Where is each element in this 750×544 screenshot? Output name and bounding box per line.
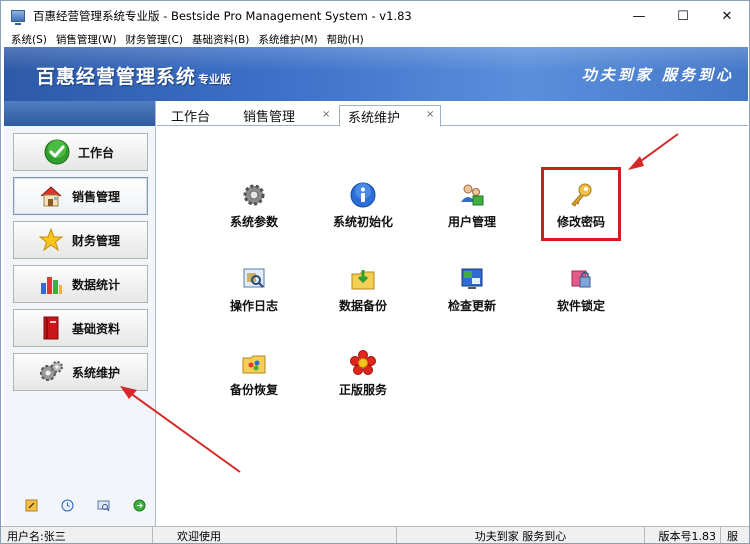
tab-sales[interactable]: 销售管理 bbox=[243, 105, 295, 126]
menu-sales[interactable]: 销售管理(W) bbox=[56, 32, 117, 47]
item-backup-restore[interactable]: 备份恢复 bbox=[214, 349, 294, 409]
flower-icon bbox=[349, 349, 377, 377]
main-panel: 系统参数 系统初始化 用户管理 修改密码 操作日志 数据备份 检查更新 软件锁定… bbox=[157, 127, 748, 526]
item-label: 检查更新 bbox=[447, 299, 496, 313]
log-icon bbox=[240, 265, 268, 293]
sidebar-item-maintenance[interactable]: 系统维护 bbox=[13, 353, 148, 391]
maximize-button[interactable]: ☐ bbox=[661, 1, 705, 31]
item-check-update[interactable]: 检查更新 bbox=[432, 265, 512, 325]
app-banner: 百惠经营管理系统 专业版 功夫到家 服务到心 bbox=[4, 47, 748, 101]
banner-slogan: 功夫到家 服务到心 bbox=[581, 66, 734, 84]
tab-sales-close-icon[interactable]: × bbox=[322, 109, 330, 120]
sidebar-item-label: 数据统计 bbox=[72, 277, 121, 292]
close-button[interactable]: ✕ bbox=[705, 1, 749, 31]
item-operation-log[interactable]: 操作日志 bbox=[214, 265, 294, 325]
item-software-lock[interactable]: 软件锁定 bbox=[541, 265, 621, 325]
search-icon[interactable] bbox=[96, 498, 110, 512]
banner-title-suffix: 专业版 bbox=[198, 73, 232, 86]
item-system-init[interactable]: 系统初始化 bbox=[323, 181, 403, 241]
update-icon bbox=[458, 265, 486, 293]
sidebar-item-label: 销售管理 bbox=[72, 189, 121, 204]
sidebar-item-workbench[interactable]: 工作台 bbox=[13, 133, 148, 171]
sidebar-item-finance[interactable]: 财务管理 bbox=[13, 221, 148, 259]
exit-icon[interactable] bbox=[132, 498, 146, 512]
status-bar: 用户名:张三 欢迎使用 功夫到家 服务到心 版本号1.83 服 bbox=[1, 526, 749, 543]
item-data-backup[interactable]: 数据备份 bbox=[323, 265, 403, 325]
status-slogan: 功夫到家 服务到心 bbox=[397, 527, 645, 543]
tab-bar: 工作台 销售管理 × 系统维护 × bbox=[157, 101, 748, 127]
tab-workbench[interactable]: 工作台 bbox=[171, 105, 210, 126]
sidebar: 工作台 销售管理 财务管理 数据统计 基础资料 系统维护 bbox=[4, 101, 156, 526]
menu-maintenance[interactable]: 系统维护(M) bbox=[258, 32, 317, 47]
status-version: 版本号1.83 bbox=[645, 527, 721, 543]
app-window: 百惠经营管理系统专业版 - Bestside Pro Management Sy… bbox=[0, 0, 750, 544]
menu-basic-data[interactable]: 基础资料(B) bbox=[192, 32, 249, 47]
sidebar-item-sales[interactable]: 销售管理 bbox=[13, 177, 148, 215]
sidebar-item-label: 系统维护 bbox=[72, 365, 121, 380]
bar-chart-icon bbox=[38, 271, 64, 297]
status-welcome: 欢迎使用 bbox=[153, 527, 397, 543]
status-extra: 服 bbox=[727, 529, 738, 543]
item-label: 软件锁定 bbox=[556, 299, 605, 313]
menu-bar: 系统(S) 销售管理(W) 财务管理(C) 基础资料(B) 系统维护(M) 帮助… bbox=[1, 31, 749, 47]
house-icon bbox=[38, 183, 64, 209]
book-icon bbox=[38, 315, 64, 341]
tab-maintenance-close-icon[interactable]: × bbox=[426, 109, 434, 120]
banner-title: 百惠经营管理系统 专业版 bbox=[36, 62, 231, 89]
sidebar-item-label: 工作台 bbox=[78, 145, 115, 160]
sidebar-item-basic-data[interactable]: 基础资料 bbox=[13, 309, 148, 347]
window-title: 百惠经营管理系统专业版 - Bestside Pro Management Sy… bbox=[33, 9, 412, 23]
info-icon bbox=[349, 181, 377, 209]
item-label: 系统参数 bbox=[229, 215, 278, 229]
clock-icon[interactable] bbox=[60, 498, 74, 512]
window-controls: — ☐ ✕ bbox=[617, 1, 749, 31]
lock-icon bbox=[567, 265, 595, 293]
gear-icon bbox=[240, 181, 268, 209]
menu-system[interactable]: 系统(S) bbox=[11, 32, 47, 47]
minimize-button[interactable]: — bbox=[617, 1, 661, 31]
edit-icon[interactable] bbox=[24, 498, 38, 512]
tab-maintenance[interactable]: 系统维护 × bbox=[339, 105, 441, 127]
restore-icon bbox=[240, 349, 268, 377]
menu-help[interactable]: 帮助(H) bbox=[327, 32, 364, 47]
status-user: 用户名:张三 bbox=[1, 527, 153, 543]
sidebar-item-statistics[interactable]: 数据统计 bbox=[13, 265, 148, 303]
item-user-management[interactable]: 用户管理 bbox=[432, 181, 512, 241]
item-label: 系统初始化 bbox=[332, 215, 393, 229]
sidebar-item-label: 基础资料 bbox=[72, 321, 121, 336]
backup-folder-icon bbox=[349, 265, 377, 293]
gears-icon bbox=[38, 359, 64, 385]
sidebar-header bbox=[4, 101, 155, 126]
sidebar-toolbar bbox=[4, 498, 156, 514]
item-genuine-service[interactable]: 正版服务 bbox=[323, 349, 403, 409]
item-system-params[interactable]: 系统参数 bbox=[214, 181, 294, 241]
item-label: 正版服务 bbox=[338, 383, 387, 397]
check-icon bbox=[44, 139, 70, 165]
star-icon bbox=[38, 227, 64, 253]
banner-title-text: 百惠经营管理系统 bbox=[36, 66, 197, 88]
menu-finance[interactable]: 财务管理(C) bbox=[125, 32, 183, 47]
item-label: 操作日志 bbox=[229, 299, 278, 313]
highlight-box bbox=[541, 167, 621, 241]
item-label: 用户管理 bbox=[447, 215, 496, 229]
item-label: 数据备份 bbox=[338, 299, 387, 313]
sidebar-item-label: 财务管理 bbox=[72, 233, 121, 248]
tab-maintenance-label: 系统维护 bbox=[348, 110, 401, 126]
users-icon bbox=[458, 181, 486, 209]
item-label: 备份恢复 bbox=[229, 383, 278, 397]
app-monitor-icon bbox=[11, 10, 25, 25]
title-bar: 百惠经营管理系统专业版 - Bestside Pro Management Sy… bbox=[1, 1, 749, 31]
